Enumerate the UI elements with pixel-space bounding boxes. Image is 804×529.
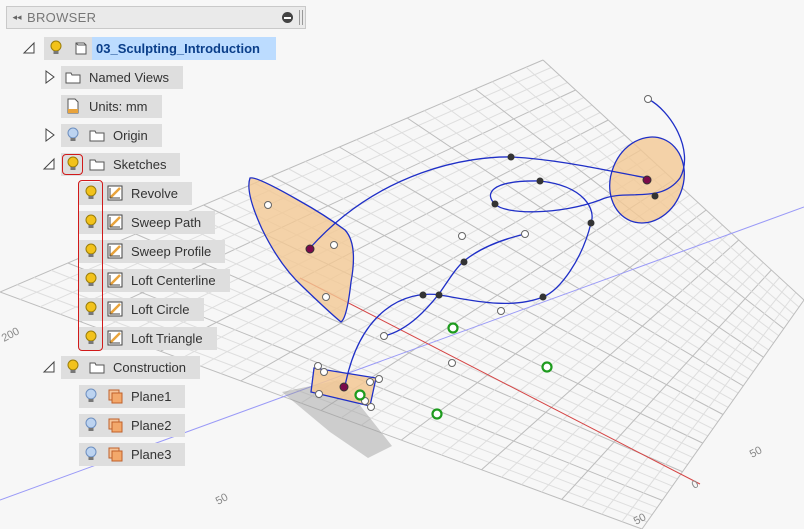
browser-title: BROWSER — [27, 10, 97, 25]
tree-label-sketch: Loft Circle — [131, 301, 190, 317]
point-open — [322, 293, 330, 301]
tree-label-origin: Origin — [113, 127, 148, 143]
point-open — [330, 241, 338, 249]
browser-panel-header: ◂◂ BROWSER — [6, 6, 306, 29]
collapsed-arrow-icon[interactable] — [44, 70, 56, 84]
tree-label-sketches: Sketches — [113, 156, 167, 172]
point-open — [375, 375, 383, 383]
point-open — [315, 390, 323, 398]
folder-icon — [85, 124, 109, 147]
tree-root-label: 03_Sculpting_Introduction — [96, 40, 260, 56]
lightbulb-off-icon[interactable] — [79, 385, 103, 408]
lightbulb-on-icon[interactable] — [44, 37, 68, 60]
tree-label-plane: Plane3 — [131, 446, 172, 462]
highlight-box — [78, 180, 103, 351]
tree-label-sketch: Sweep Profile — [131, 243, 212, 259]
collapsed-arrow-icon[interactable] — [44, 128, 56, 142]
sketch-icon — [103, 211, 127, 234]
point-open — [497, 307, 505, 315]
tree-label-sketch: Revolve — [131, 185, 178, 201]
point-solid — [491, 200, 499, 208]
expanded-arrow-icon[interactable] — [42, 360, 56, 374]
point-open — [448, 359, 456, 367]
folder-icon — [85, 153, 109, 176]
point-solid — [539, 293, 547, 301]
tree-row-plane[interactable]: Plane2 — [79, 413, 186, 437]
tree-row-origin[interactable]: Origin — [44, 123, 162, 147]
lightbulb-off-icon[interactable] — [79, 414, 103, 437]
tree-row-named-views[interactable]: Named Views — [44, 65, 183, 89]
point-center — [305, 244, 315, 254]
point-center — [642, 175, 652, 185]
component-icon — [68, 37, 92, 60]
sketch-icon — [103, 182, 127, 205]
lightbulb-off-icon[interactable] — [79, 443, 103, 466]
point-open — [366, 378, 374, 386]
document-units-icon — [61, 95, 85, 118]
sketch-icon — [103, 240, 127, 263]
tree-root-row[interactable]: 03_Sculpting_Introduction — [22, 36, 276, 60]
plane-icon — [103, 443, 127, 466]
point-solid — [419, 291, 427, 299]
point-green — [431, 408, 443, 420]
expanded-arrow-icon[interactable] — [42, 157, 56, 171]
plane-icon — [103, 385, 127, 408]
point-open — [367, 403, 375, 411]
point-green — [354, 389, 366, 401]
point-center — [339, 382, 349, 392]
point-solid — [435, 291, 443, 299]
tree-label-units: Units: mm — [89, 98, 148, 114]
point-solid — [507, 153, 515, 161]
tree-label-plane: Plane1 — [131, 388, 172, 404]
point-solid — [460, 258, 468, 266]
collapse-panel-icon[interactable]: ◂◂ — [7, 12, 27, 23]
lightbulb-off-icon[interactable] — [61, 124, 85, 147]
point-green — [541, 361, 553, 373]
tree-row-construction[interactable]: Construction — [42, 355, 200, 379]
point-solid — [651, 192, 659, 200]
tree-label-construction: Construction — [113, 359, 186, 375]
folder-icon — [85, 356, 109, 379]
tree-label-sketch: Loft Centerline — [131, 272, 216, 288]
point-solid — [587, 219, 595, 227]
tree-label-named-views: Named Views — [89, 69, 169, 85]
point-open — [458, 232, 466, 240]
expanded-arrow-icon[interactable] — [22, 41, 36, 55]
point-solid — [536, 177, 544, 185]
point-open — [644, 95, 652, 103]
point-open — [314, 362, 322, 370]
tree-row-units[interactable]: Units: mm — [61, 94, 162, 118]
point-open — [380, 332, 388, 340]
tree-label-sketch: Loft Triangle — [131, 330, 203, 346]
tree-row-plane[interactable]: Plane3 — [79, 442, 186, 466]
point-green — [447, 322, 459, 334]
panel-minus-icon[interactable] — [282, 12, 293, 23]
tree-label-plane: Plane2 — [131, 417, 172, 433]
sketch-icon — [103, 269, 127, 292]
point-open — [320, 368, 328, 376]
highlight-box — [62, 154, 83, 175]
point-open — [521, 230, 529, 238]
sketch-icon — [103, 298, 127, 321]
folder-icon — [61, 66, 85, 89]
sketch-icon — [103, 327, 127, 350]
point-open — [264, 201, 272, 209]
panel-grip-icon[interactable] — [299, 10, 303, 25]
tree-row-plane[interactable]: Plane1 — [79, 384, 186, 408]
tree-label-sketch: Sweep Path — [131, 214, 202, 230]
plane-icon — [103, 414, 127, 437]
lightbulb-on-icon[interactable] — [61, 356, 85, 379]
